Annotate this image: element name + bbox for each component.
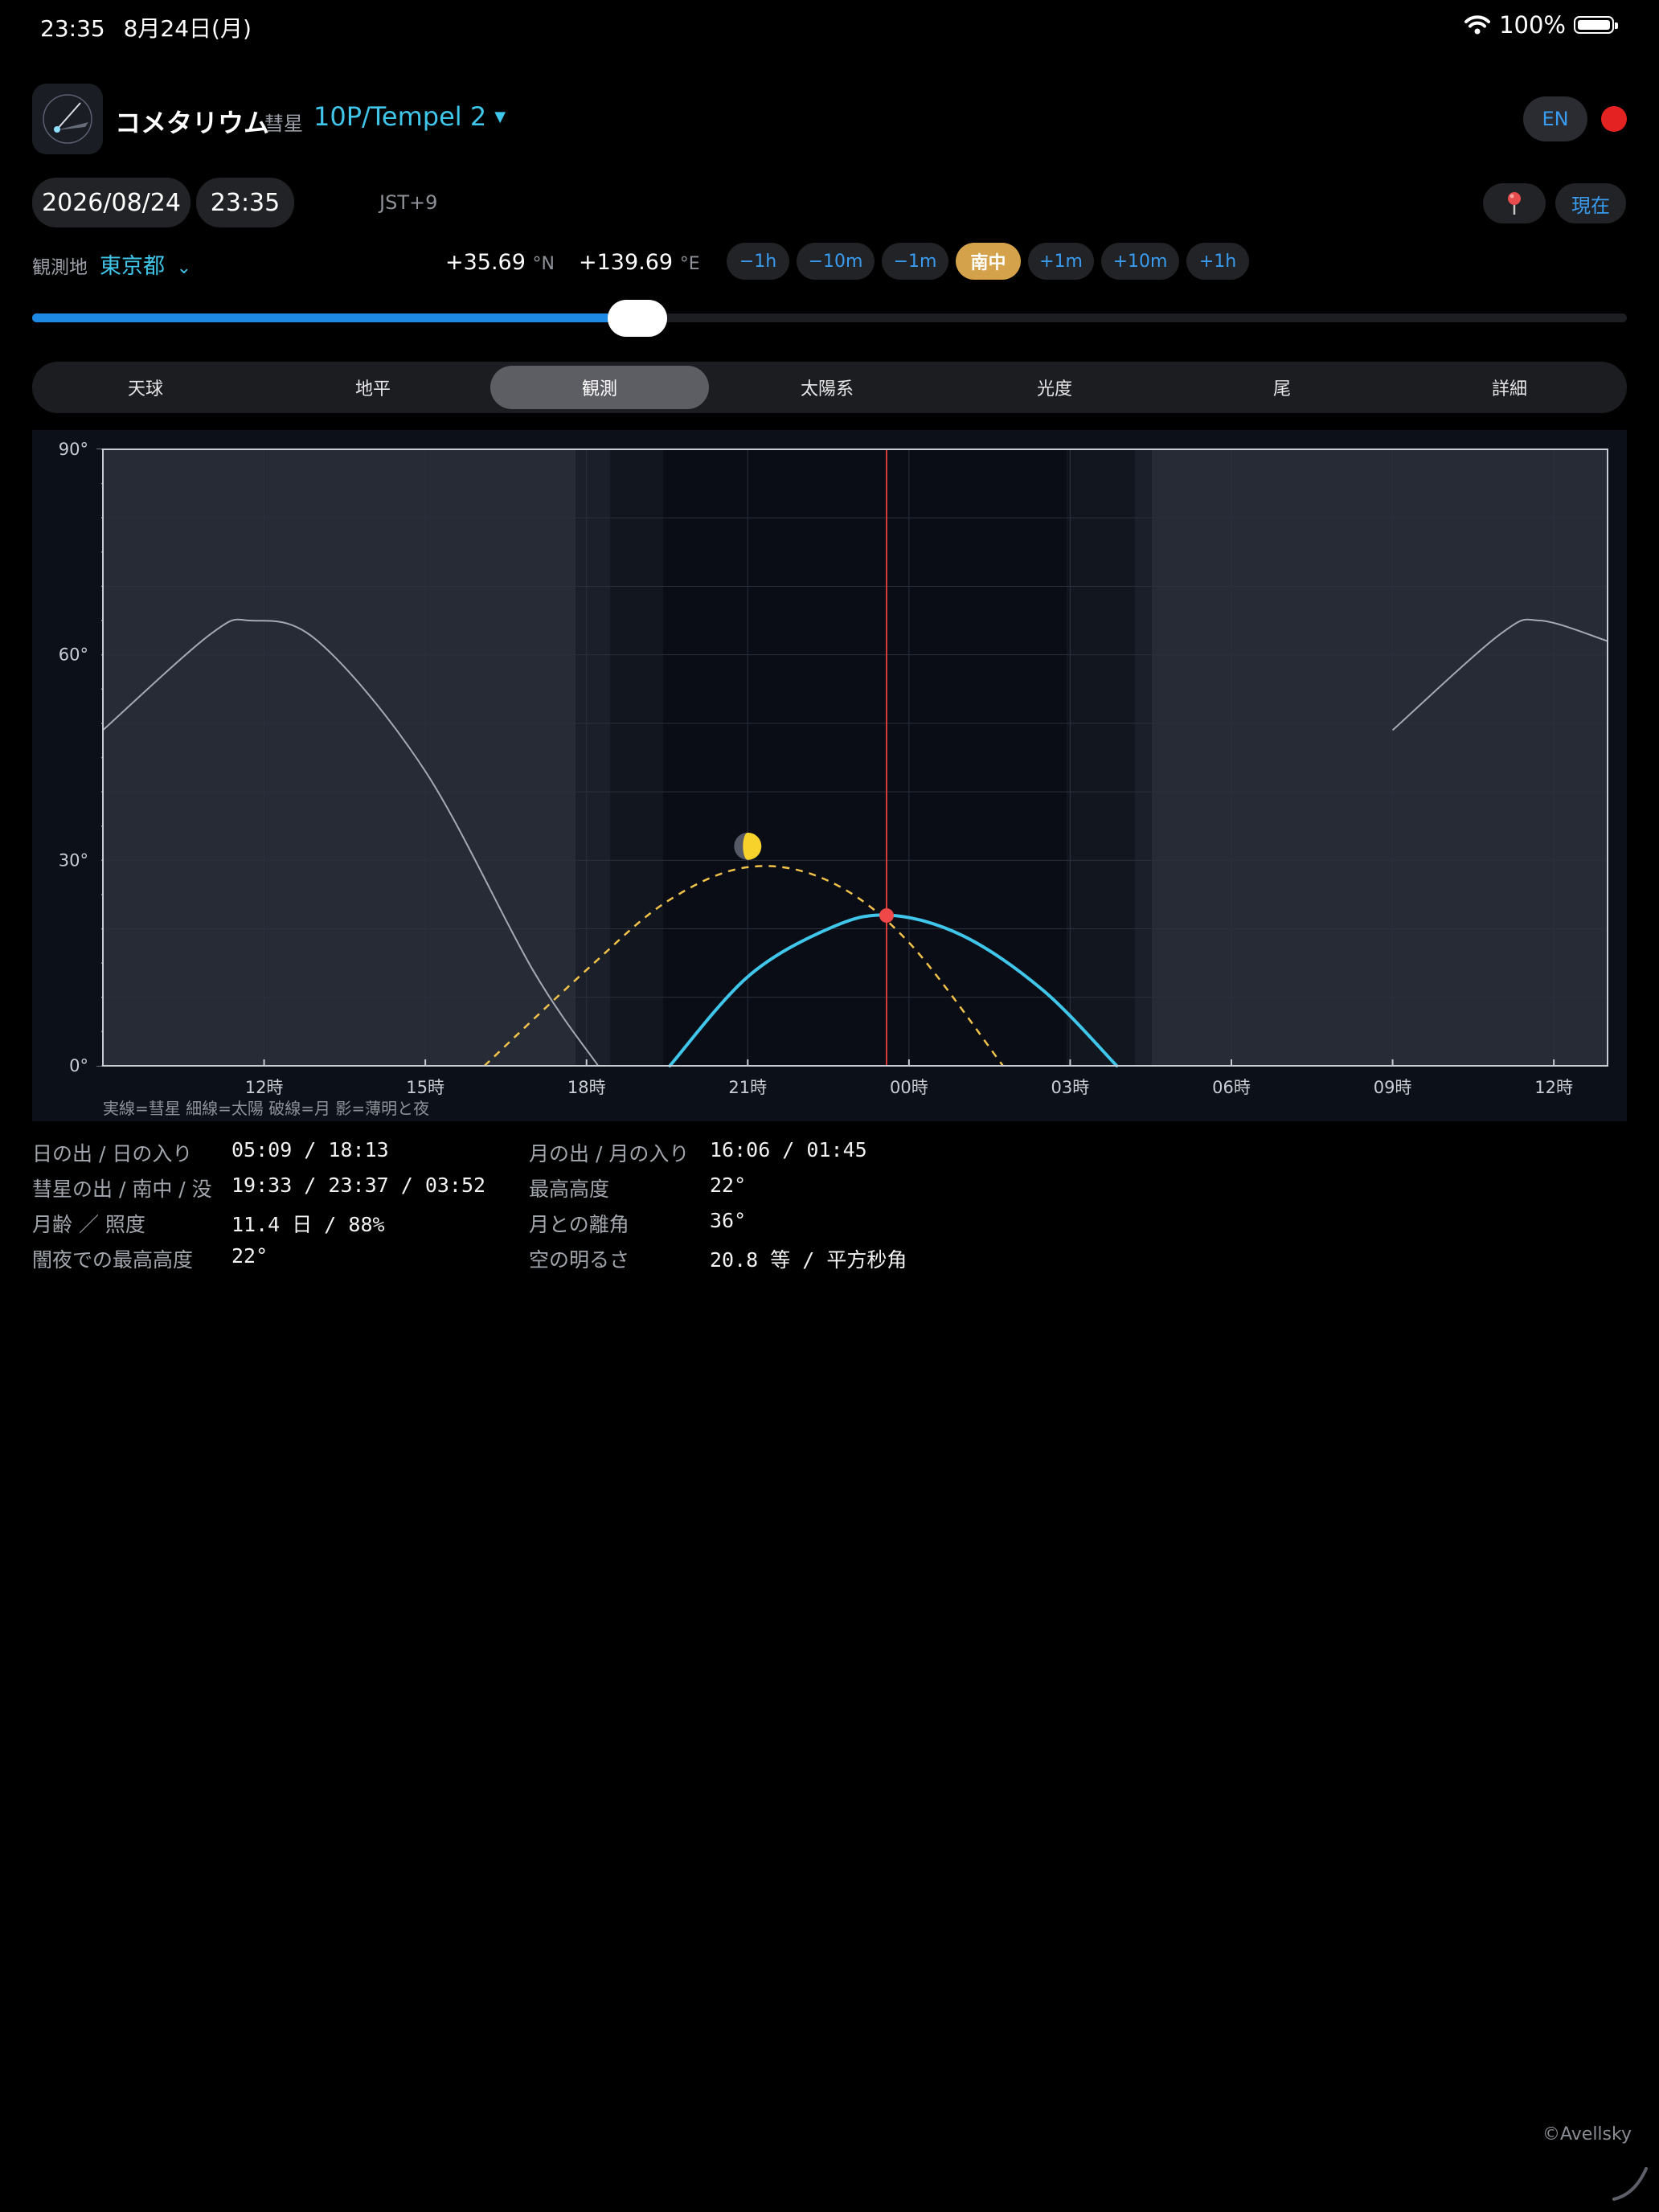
info-label: 闇夜での最高高度 [32,1248,194,1272]
language-button[interactable]: EN [1523,96,1587,141]
altitude-chart: 0° 30° 60° 90° 12時 15時 18時 21時 00時 03時 06時 09時 12時 実… [55,440,1627,1118]
y-tick-label: 0° [69,1056,88,1075]
wifi-icon [1464,15,1491,35]
now-button[interactable]: 現在 [1555,183,1626,223]
x-tick-label: 21時 [728,1078,767,1097]
status-bar-clock: 23:35 8月24日(月) [40,11,252,43]
info-value: 20.8 等 / 平方秒角 [710,1248,907,1272]
latitude-value: +35.69 [445,250,526,275]
date-field[interactable]: 2026/08/24 [32,178,190,227]
info-value: 36° [710,1209,747,1232]
status-time: 23:35 [40,15,105,42]
step-plus-10m-button[interactable]: +10m [1101,243,1179,280]
info-label: 月の出 / 月の入り [529,1142,690,1165]
info-label: 月齢 ／ 照度 [32,1213,145,1236]
copyright: ©Avellsky [1542,2124,1632,2144]
latitude-unit: °N [532,254,555,274]
observer-label: 観測地 [32,257,88,278]
latitude: +35.69 °N [445,250,555,275]
time-field[interactable]: 23:35 [196,178,294,227]
x-tick-label: 09時 [1374,1078,1412,1097]
info-label: 彗星の出 / 南中 / 没 [32,1178,212,1201]
x-tick-label: 18時 [567,1078,606,1097]
longitude-unit: °E [679,254,700,274]
observer-city: 東京都 [100,254,165,279]
info-label: 最高高度 [529,1178,610,1201]
info-label: 月との離角 [529,1213,629,1236]
info-value: 22° [710,1174,747,1197]
tab-observation[interactable]: 観測 [490,366,709,409]
app-logo [32,84,103,154]
tab-solar-system[interactable]: 太陽系 [718,366,936,409]
comet-name: 10P/Tempel 2 [313,101,487,132]
tab-tail[interactable]: 尾 [1173,366,1391,409]
chevron-down-icon: ⌄ [176,258,192,278]
battery-percent: 100% [1499,11,1566,39]
x-tick-label: 12時 [245,1078,284,1097]
x-tick-label: 00時 [890,1078,928,1097]
twilight-band [1135,449,1152,1066]
x-tick-label: 06時 [1212,1078,1251,1097]
daylight-shade-morning [1152,449,1608,1066]
step-plus-1m-button[interactable]: +1m [1028,243,1094,280]
info-value: 11.4 日 / 88% [231,1213,385,1236]
daylight-shade-evening [103,449,576,1066]
longitude-value: +139.69 [579,250,674,275]
chart-legend: 実線=彗星 細線=太陽 破線=月 影=薄明と夜 [103,1099,429,1118]
record-indicator[interactable] [1601,106,1627,132]
info-label: 空の明るさ [529,1248,630,1272]
tab-brightness[interactable]: 光度 [945,366,1164,409]
info-value: 05:09 / 18:13 [231,1138,389,1161]
longitude: +139.69 °E [579,250,700,275]
time-slider-thumb[interactable] [608,300,667,337]
pin-icon [1508,192,1521,215]
step-minus-1h-button[interactable]: −1h [727,243,789,280]
observer-city-select[interactable]: 東京都 ⌄ [100,248,191,280]
left-mask [55,449,101,1066]
location-button[interactable] [1483,183,1546,223]
twilight-band [576,449,610,1066]
twilight-band [610,449,663,1066]
status-date: 8月24日(月) [123,15,252,42]
comet-selector[interactable]: 10P/Tempel 2 ▼ [313,101,506,132]
tab-details[interactable]: 詳細 [1400,366,1619,409]
info-value: 16:06 / 01:45 [710,1138,867,1161]
step-minus-1m-button[interactable]: −1m [882,243,948,280]
comet-label: 彗星 [264,113,303,135]
step-plus-1h-button[interactable]: +1h [1186,243,1249,280]
tab-celestial-sphere[interactable]: 天球 [36,366,255,409]
x-tick-label: 15時 [406,1078,444,1097]
info-value: 19:33 / 23:37 / 03:52 [231,1174,486,1197]
x-tick-label: 12時 [1534,1078,1573,1097]
y-tick-label: 90° [59,440,88,459]
tab-horizon[interactable]: 地平 [264,366,482,409]
info-label: 日の出 / 日の入り [32,1142,193,1165]
y-tick-label: 60° [59,645,88,665]
step-minus-10m-button[interactable]: −10m [797,243,875,280]
timezone-label: JST+9 [379,191,438,214]
time-slider-fill [32,313,639,322]
x-tick-label: 03時 [1051,1078,1090,1097]
y-tick-label: 30° [59,850,88,870]
app-title: コメタリウム [115,108,270,138]
transit-button[interactable]: 南中 [956,243,1021,280]
battery-icon [1574,16,1618,34]
comet-position-marker [879,908,894,924]
right-mask [1609,449,1627,1066]
status-bar-indicators: 100% [1464,11,1618,39]
pencil-scribble-icon[interactable] [1611,2162,1653,2204]
info-value: 22° [231,1244,268,1268]
caret-down-icon: ▼ [494,108,506,125]
twilight-band [1067,449,1135,1066]
